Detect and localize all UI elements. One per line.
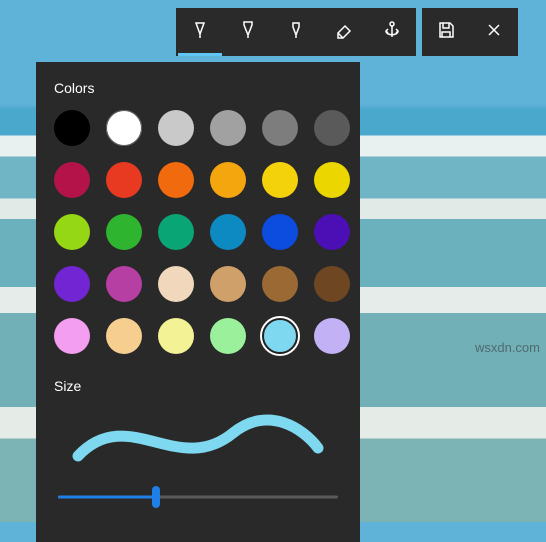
swatch-row (54, 318, 342, 354)
drawing-toolbar (176, 8, 518, 56)
eraser-icon (334, 20, 354, 45)
highlighter-icon (286, 20, 306, 45)
color-swatch-dark-red[interactable] (54, 162, 90, 198)
slider-thumb[interactable] (152, 486, 160, 508)
color-swatch-lavender[interactable] (314, 318, 350, 354)
pencil-tool[interactable] (224, 8, 272, 56)
tool-group-actions (422, 8, 518, 56)
color-swatch-lime[interactable] (54, 214, 90, 250)
stroke-preview (54, 408, 342, 468)
color-swatch-white[interactable] (106, 110, 142, 146)
color-swatch-green[interactable] (106, 214, 142, 250)
stroke-preview-curve (68, 408, 328, 468)
pen-settings-panel: Colors Size (36, 62, 360, 542)
color-swatch-grid (54, 110, 342, 354)
color-swatch-gray[interactable] (210, 110, 246, 146)
color-swatch-peach[interactable] (106, 318, 142, 354)
pen-icon (190, 20, 210, 45)
color-swatch-pink[interactable] (54, 318, 90, 354)
color-swatch-royal-blue[interactable] (262, 214, 298, 250)
eraser-tool[interactable] (320, 8, 368, 56)
color-swatch-magenta[interactable] (106, 266, 142, 302)
color-swatch-indigo[interactable] (314, 214, 350, 250)
color-swatch-teal[interactable] (158, 214, 194, 250)
anchor-tool[interactable] (368, 8, 416, 56)
color-swatch-yellow[interactable] (262, 162, 298, 198)
swatch-row (54, 162, 342, 198)
color-swatch-purple[interactable] (54, 266, 90, 302)
color-swatch-brown[interactable] (262, 266, 298, 302)
swatch-row (54, 110, 342, 146)
pencil-icon (238, 20, 258, 45)
color-swatch-gold[interactable] (314, 162, 350, 198)
color-swatch-darker-gray[interactable] (314, 110, 350, 146)
size-label: Size (54, 378, 342, 394)
save-icon (436, 20, 456, 45)
watermark-text: wsxdn.com (475, 340, 540, 355)
color-swatch-light-green[interactable] (210, 318, 246, 354)
color-swatch-dark-brown[interactable] (314, 266, 350, 302)
size-section: Size (54, 378, 342, 508)
color-swatch-light-blue[interactable] (262, 318, 298, 354)
anchor-icon (382, 20, 402, 45)
color-swatch-black[interactable] (54, 110, 90, 146)
color-swatch-blue[interactable] (210, 214, 246, 250)
color-swatch-light-gray[interactable] (158, 110, 194, 146)
swatch-row (54, 266, 342, 302)
colors-label: Colors (54, 80, 342, 96)
slider-fill (58, 496, 156, 499)
color-swatch-red[interactable] (106, 162, 142, 198)
size-slider[interactable] (58, 486, 338, 508)
swatch-row (54, 214, 342, 250)
color-swatch-beige[interactable] (158, 266, 194, 302)
color-swatch-light-yellow[interactable] (158, 318, 194, 354)
save-button[interactable] (422, 8, 470, 56)
color-swatch-orange[interactable] (158, 162, 194, 198)
close-icon (484, 20, 504, 45)
color-swatch-amber[interactable] (210, 162, 246, 198)
color-swatch-tan[interactable] (210, 266, 246, 302)
tool-group-drawing (176, 8, 416, 56)
close-button[interactable] (470, 8, 518, 56)
color-swatch-dark-gray[interactable] (262, 110, 298, 146)
highlighter-tool[interactable] (272, 8, 320, 56)
pen-tool[interactable] (176, 8, 224, 56)
